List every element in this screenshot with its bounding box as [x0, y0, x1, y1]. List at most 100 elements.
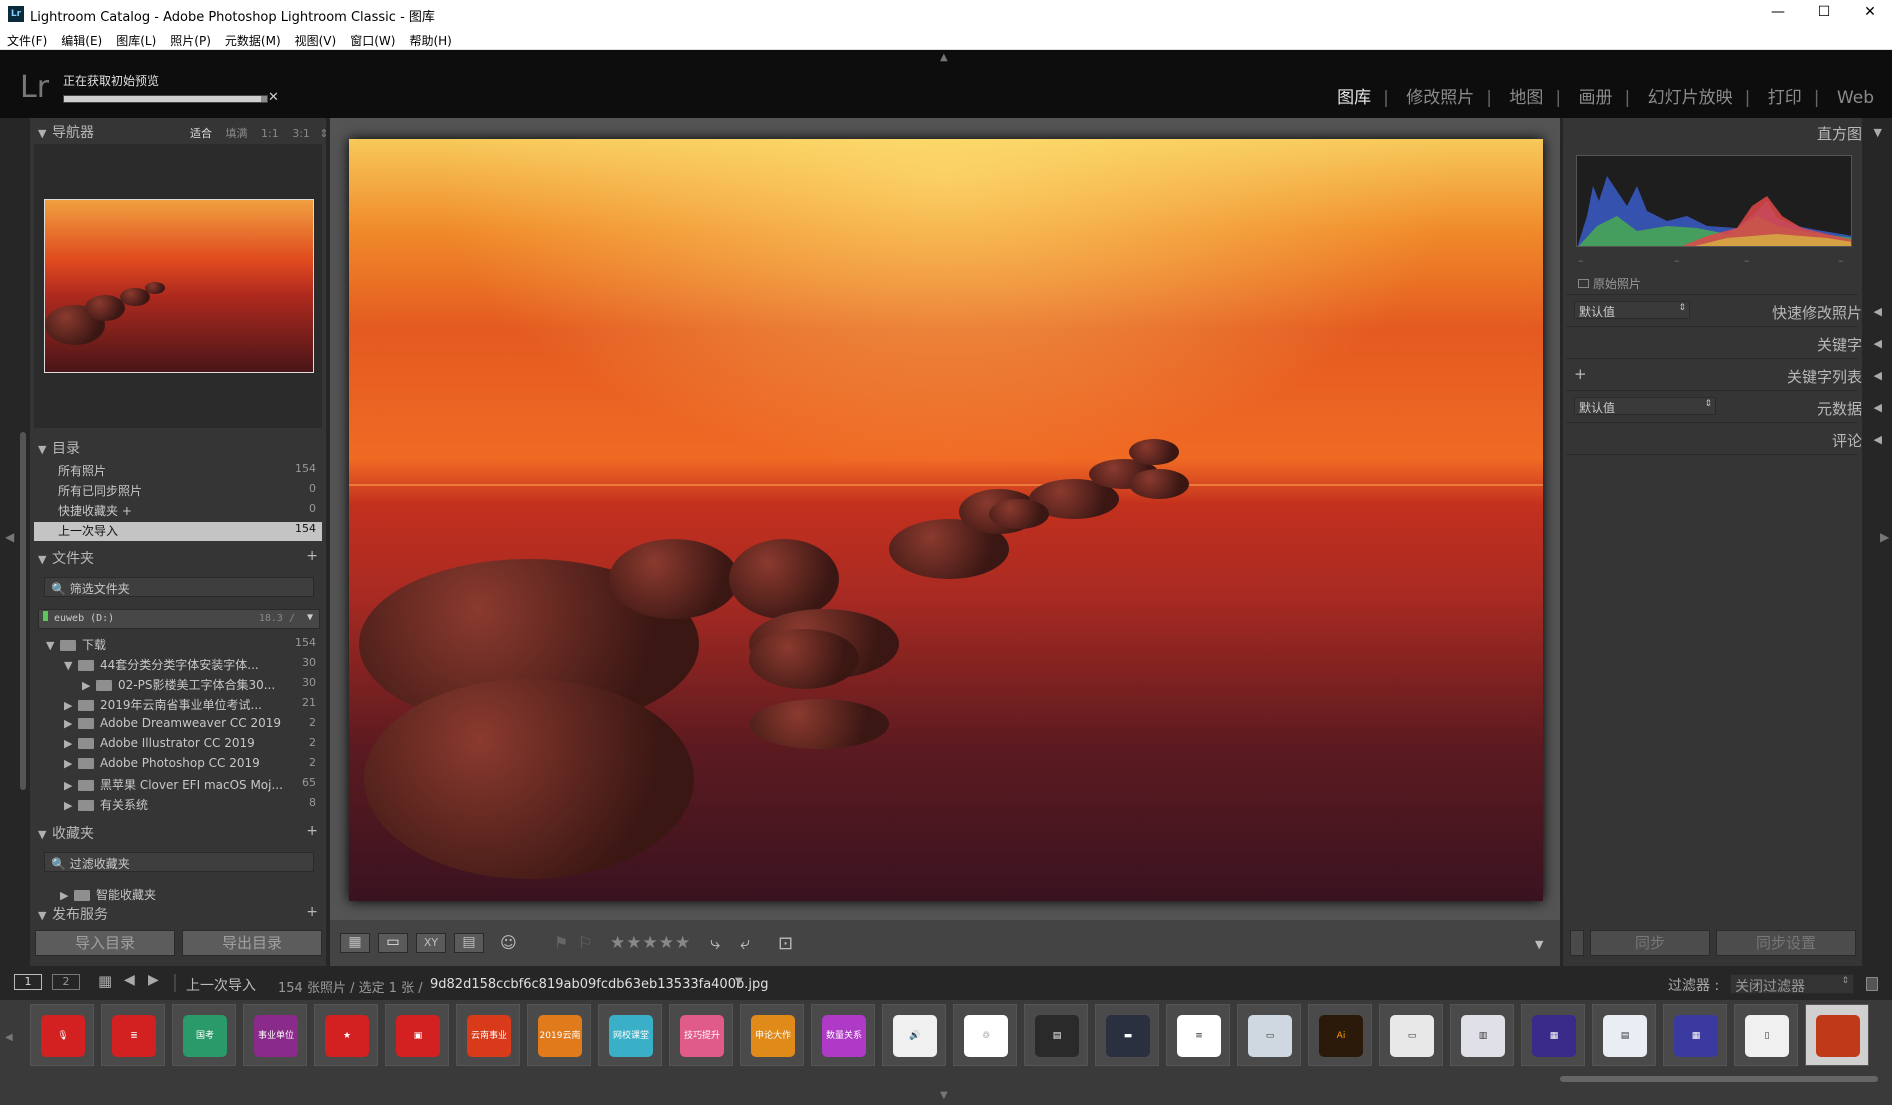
filter-lock-icon[interactable] — [1866, 977, 1878, 991]
module-develop[interactable]: 修改照片 — [1406, 88, 1474, 108]
main-photo[interactable] — [349, 139, 1543, 901]
folder-tree-row[interactable]: ▶ 02-PS影楼美工字体合集30... 30 — [34, 676, 322, 695]
left-panel-toggle-icon[interactable]: ◀ — [5, 530, 14, 544]
folder-tree-row[interactable]: ▼ 44套分类分类字体安装字体... 30 — [34, 656, 322, 675]
module-slideshow[interactable]: 幻灯片放映 — [1648, 88, 1733, 108]
crop-overlay-icon[interactable]: ⊡ — [778, 933, 793, 954]
quick-develop-preset-select[interactable]: 默认值 ⇕ — [1574, 301, 1690, 319]
left-panel-scrollbar[interactable] — [20, 432, 26, 790]
filmstrip-thumbnail[interactable]: ▭ — [1379, 1004, 1443, 1066]
filmstrip-thumbnail[interactable]: 数量关系 — [811, 1004, 875, 1066]
filter-select[interactable]: 关闭过滤器 ⇕ — [1730, 974, 1854, 995]
zoom-fill[interactable]: 填满 — [226, 127, 248, 140]
original-photo-checkbox[interactable]: 原始照片 — [1578, 275, 1641, 292]
filmstrip-thumbnail[interactable]: ≡ — [1166, 1004, 1230, 1066]
filmstrip-thumbnail[interactable]: ▣ — [385, 1004, 449, 1066]
keyword-list-toggle-icon[interactable]: ◀ — [1874, 369, 1882, 382]
expand-icon[interactable]: ▶ — [64, 779, 78, 792]
filmstrip-thumbnail[interactable]: ▦ — [1663, 1004, 1727, 1066]
catalog-header[interactable]: ▼ 目录 — [38, 438, 80, 460]
histogram-toggle-icon[interactable]: ▼ — [1874, 126, 1882, 139]
filmstrip-thumbnail[interactable]: ▤ — [1592, 1004, 1656, 1066]
collapse-icon[interactable]: ▼ — [46, 639, 60, 652]
folder-tree-row[interactable]: ▼ 下载 154 — [34, 636, 322, 655]
menu-help[interactable]: 帮助(H) — [402, 29, 458, 49]
people-view-icon[interactable]: ☺ — [500, 933, 526, 953]
add-publish-icon[interactable]: + — [306, 904, 318, 920]
menu-photo[interactable]: 照片(P) — [163, 29, 218, 49]
rotate-left-icon[interactable]: ⤷ — [710, 933, 720, 954]
flag-reject-icon[interactable]: ⚐ — [578, 933, 592, 953]
expand-icon[interactable]: ▶ — [64, 737, 78, 750]
add-collection-icon[interactable]: + — [306, 823, 318, 839]
window-2-button[interactable]: 2 — [52, 974, 80, 990]
filmstrip-thumbnail[interactable] — [1805, 1004, 1869, 1066]
module-book[interactable]: 画册 — [1579, 88, 1613, 108]
navigator-header[interactable]: ▼ 导航器 — [38, 122, 94, 144]
filmstrip-thumbnail[interactable]: ▦ — [1521, 1004, 1585, 1066]
filmstrip-thumbnail[interactable]: ★ — [314, 1004, 378, 1066]
expand-icon[interactable]: ▶ — [64, 799, 78, 812]
filmstrip-thumbnail[interactable]: ≣ — [101, 1004, 165, 1066]
minimize-icon[interactable]: — — [1766, 4, 1790, 24]
survey-view-icon[interactable]: ▤ — [454, 933, 484, 953]
module-map[interactable]: 地图 — [1509, 88, 1543, 108]
collapse-icon[interactable]: ▼ — [64, 659, 78, 672]
filmstrip-thumbnail[interactable]: ▬ — [1095, 1004, 1159, 1066]
module-library[interactable]: 图库 — [1337, 88, 1371, 108]
back-arrow-icon[interactable]: ◀ — [124, 972, 135, 988]
keywording-header[interactable]: 关键字 — [1817, 334, 1862, 355]
sync-settings-button[interactable]: 同步设置 — [1716, 930, 1856, 956]
filmstrip-scrollbar[interactable] — [1560, 1076, 1878, 1082]
zoom-3-1[interactable]: 3:1 — [292, 127, 310, 140]
filmstrip-thumbnail[interactable]: 🔊 — [882, 1004, 946, 1066]
filmstrip-thumbnail[interactable]: 国考 — [172, 1004, 236, 1066]
module-web[interactable]: Web — [1837, 88, 1874, 108]
zoom-fit[interactable]: 适合 — [190, 127, 212, 140]
toolbar-options-icon[interactable]: ▼ — [1535, 938, 1543, 958]
zoom-more-icon[interactable]: ⇕ — [319, 127, 328, 140]
filmstrip-left-icon[interactable]: ◀ — [5, 1032, 13, 1043]
folder-tree-row[interactable]: ▶ 2019年云南省事业单位考试... 21 — [34, 696, 322, 715]
folder-tree-row[interactable]: ▶ Adobe Dreamweaver CC 2019 2 — [34, 716, 322, 735]
expand-icon[interactable]: ▶ — [64, 699, 78, 712]
menu-edit[interactable]: 编辑(E) — [54, 29, 109, 49]
catalog-item-selected[interactable]: 上一次导入 154 — [34, 522, 322, 541]
quick-develop-header[interactable]: 快速修改照片 — [1772, 302, 1862, 323]
filename-menu-icon[interactable]: ▼ — [735, 976, 743, 987]
keyword-list-header[interactable]: 关键字列表 — [1787, 366, 1862, 387]
filmstrip-thumbnail[interactable]: ♲ — [953, 1004, 1017, 1066]
metadata-toggle-icon[interactable]: ◀ — [1874, 401, 1882, 414]
filmstrip-thumbnail[interactable]: ▭ — [1237, 1004, 1301, 1066]
export-button[interactable]: 导出目录 — [182, 930, 322, 956]
menu-metadata[interactable]: 元数据(M) — [218, 29, 288, 49]
flag-pick-icon[interactable]: ⚑ — [554, 933, 568, 953]
folder-filter-input[interactable]: 🔍 筛选文件夹 — [44, 577, 314, 597]
expand-icon[interactable]: ▶ — [82, 679, 96, 692]
right-panel-toggle-icon[interactable]: ▶ — [1880, 530, 1889, 544]
menu-file[interactable]: 文件(F) — [0, 29, 54, 49]
source-label[interactable]: 上一次导入 — [186, 975, 256, 995]
sync-toggle[interactable] — [1570, 930, 1584, 956]
catalog-item[interactable]: 所有照片 154 — [34, 462, 322, 481]
filmstrip-thumbnail[interactable]: ▯ — [1734, 1004, 1798, 1066]
comments-header[interactable]: 评论 — [1832, 430, 1862, 451]
close-icon[interactable]: ✕ — [1858, 4, 1882, 24]
folder-tree-row[interactable]: ▶ Adobe Illustrator CC 2019 2 — [34, 736, 322, 755]
module-print[interactable]: 打印 — [1768, 88, 1802, 108]
zoom-1-1[interactable]: 1:1 — [261, 127, 279, 140]
rating-stars[interactable]: ★★★★★ — [610, 933, 691, 953]
catalog-item[interactable]: 快捷收藏夹 +0 — [34, 502, 322, 521]
folder-tree-row[interactable]: ▶ 有关系统 8 — [34, 796, 322, 815]
folders-header[interactable]: ▼ 文件夹 + — [38, 548, 318, 570]
menu-library[interactable]: 图库(L) — [109, 29, 163, 49]
collections-header[interactable]: ▼ 收藏夹 + — [38, 823, 318, 845]
window-1-button[interactable]: 1 — [14, 974, 42, 990]
filmstrip-thumbnail[interactable]: 2019云南 — [527, 1004, 591, 1066]
publish-header[interactable]: ▼ 发布服务 + — [38, 904, 318, 920]
comments-toggle-icon[interactable]: ◀ — [1874, 433, 1882, 446]
sync-button[interactable]: 同步 — [1590, 930, 1710, 956]
keywording-toggle-icon[interactable]: ◀ — [1874, 337, 1882, 350]
quick-develop-toggle-icon[interactable]: ◀ — [1874, 305, 1882, 318]
filmstrip-thumbnail[interactable]: Ai — [1308, 1004, 1372, 1066]
